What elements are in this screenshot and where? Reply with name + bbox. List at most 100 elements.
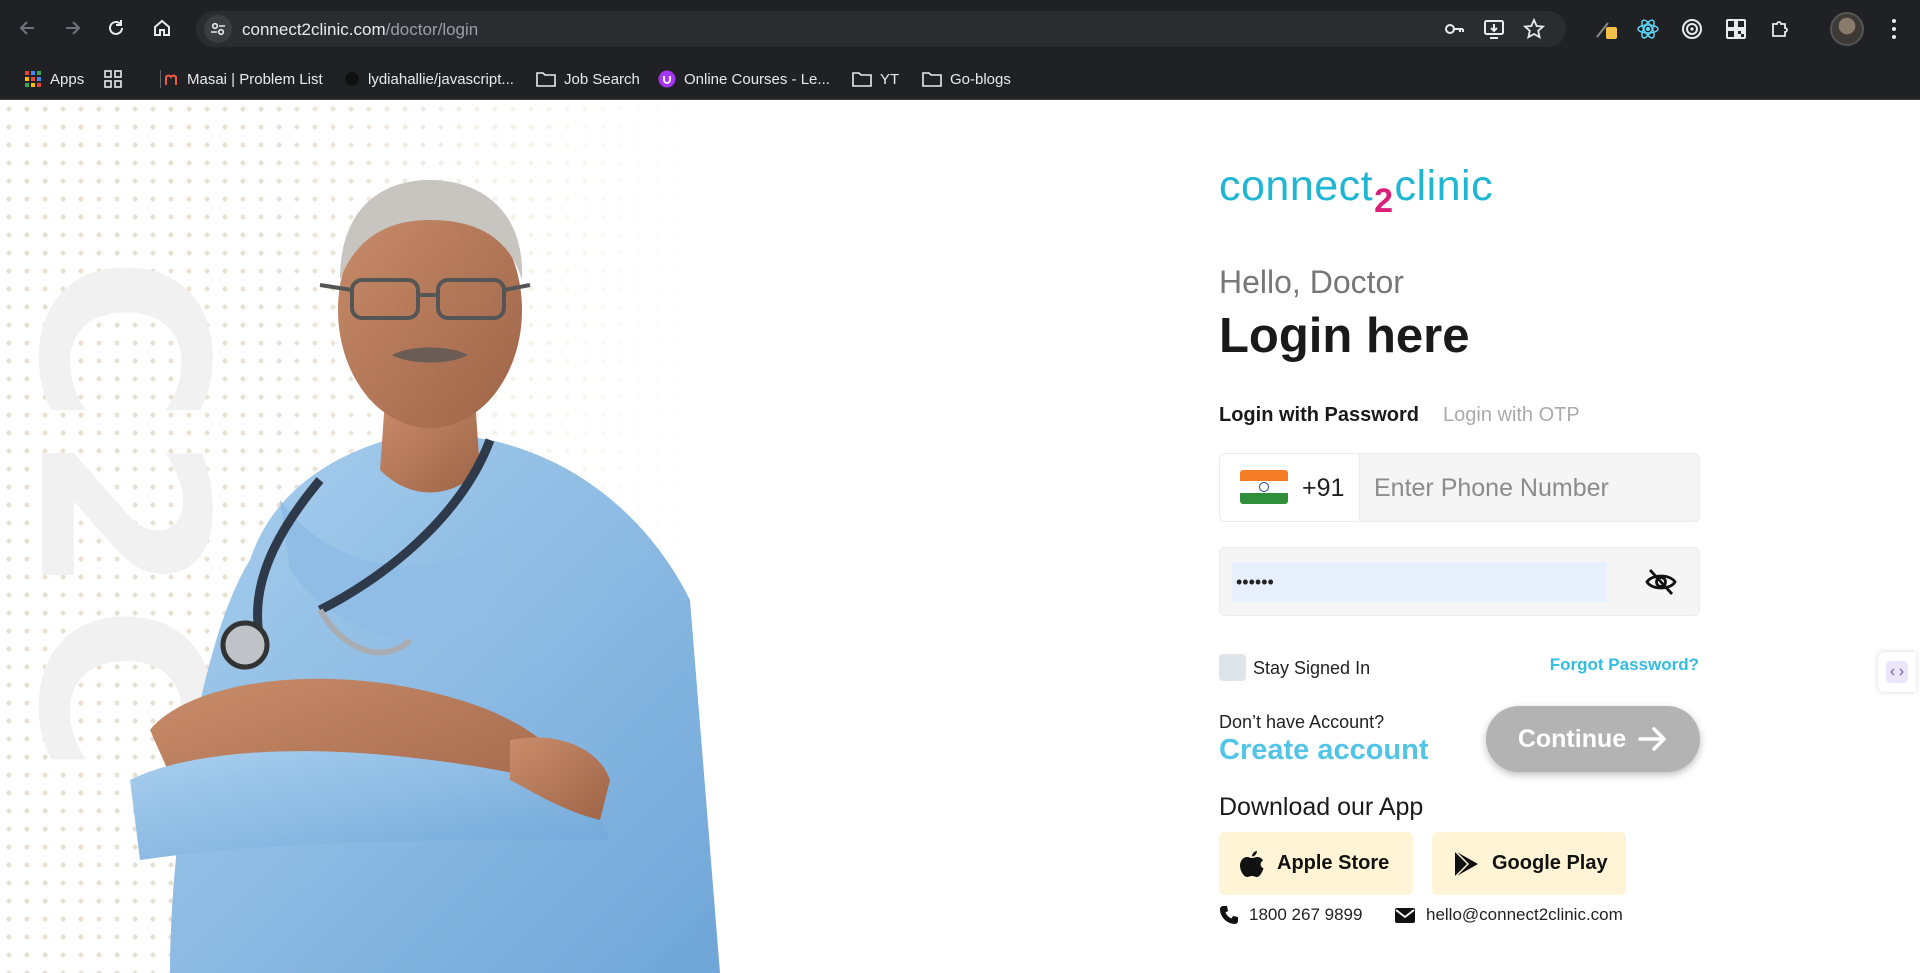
bookmark-yt[interactable]: YT <box>852 68 899 90</box>
url-text: connect2clinic.com/doctor/login <box>242 20 478 40</box>
forgot-password-link[interactable]: Forgot Password? <box>1550 655 1699 675</box>
folder-icon <box>852 72 872 87</box>
create-account-link[interactable]: Create account <box>1219 734 1429 767</box>
bookmark-star-button[interactable] <box>1522 17 1546 41</box>
phone-icon <box>1220 906 1238 924</box>
continue-label: Continue <box>1517 724 1627 753</box>
extension-pen-button[interactable] <box>1592 15 1620 43</box>
bookmark-lydiahallie[interactable]: lydiahallie/javascript... <box>344 68 514 90</box>
forward-button[interactable] <box>58 14 86 42</box>
bookmark-tab-groups[interactable] <box>104 68 122 90</box>
floating-extension-widget[interactable] <box>1878 652 1916 692</box>
folder-icon <box>922 72 942 87</box>
github-favicon <box>345 72 359 86</box>
address-bar[interactable]: connect2clinic.com/doctor/login <box>196 11 1566 47</box>
masai-favicon <box>165 74 177 85</box>
contact-email[interactable]: hello@connect2clinic.com <box>1394 903 1623 927</box>
doctor-photo <box>130 180 720 973</box>
bookmark-label: Go-blogs <box>950 70 1011 88</box>
extensions-button[interactable] <box>1766 15 1794 43</box>
bookmark-apps[interactable]: Apps <box>24 68 84 90</box>
widget-icon <box>1886 661 1908 683</box>
arrow-right-icon <box>66 21 81 35</box>
page-title: Login here <box>1219 309 1470 363</box>
password-key-button[interactable] <box>1442 17 1466 41</box>
mail-icon <box>1395 907 1415 923</box>
logo-text-right: clinic <box>1394 162 1494 210</box>
install-app-button[interactable] <box>1482 17 1506 41</box>
contact-phone[interactable]: 1800 267 9899 <box>1219 903 1362 927</box>
qr-extension-button[interactable] <box>1722 15 1750 43</box>
reload-icon <box>109 20 123 35</box>
back-button[interactable] <box>14 14 42 42</box>
bookmark-label: Job Search <box>564 70 640 88</box>
no-account-text: Don’t have Account? <box>1219 712 1385 732</box>
bookmark-online-courses[interactable]: Online Courses - Le... <box>658 68 830 90</box>
country-code-selector[interactable]: +91 <box>1220 454 1360 521</box>
google-play-label: Google Play <box>1492 852 1608 874</box>
google-play-icon <box>1454 849 1478 878</box>
phone-input[interactable] <box>1374 466 1684 510</box>
bookmark-masai[interactable]: Masai | Problem List <box>163 68 323 90</box>
continue-button[interactable]: Continue <box>1486 706 1700 772</box>
contact-phone-text: 1800 267 9899 <box>1249 905 1363 924</box>
login-page: C2C connect2clinic Hello, Doctor Login h… <box>0 100 1920 973</box>
bookmark-job-search[interactable]: Job Search <box>536 68 640 90</box>
tab-login-password[interactable]: Login with Password <box>1219 404 1419 427</box>
key-icon <box>1445 24 1464 34</box>
apple-icon <box>1240 850 1264 877</box>
reload-button[interactable] <box>102 14 130 42</box>
login-panel: connect2clinic Hello, Doctor Login here … <box>1219 100 1700 973</box>
password-input[interactable] <box>1232 562 1607 602</box>
home-icon <box>154 19 170 36</box>
folder-icon <box>536 72 556 87</box>
bookmark-label: Masai | Problem List <box>187 70 323 88</box>
home-button[interactable] <box>148 14 176 42</box>
contact-email-text: hello@connect2clinic.com <box>1426 905 1623 924</box>
bookmark-label: Online Courses - Le... <box>684 70 830 88</box>
site-info-button[interactable] <box>204 15 232 43</box>
bookmark-go-blogs[interactable]: Go-blogs <box>922 68 1011 90</box>
url-domain: connect2clinic.com <box>242 20 386 39</box>
country-code: +91 <box>1302 474 1345 502</box>
india-flag-icon <box>1240 470 1288 504</box>
connect2clinic-logo[interactable]: connect2clinic <box>1219 162 1494 220</box>
install-icon <box>1484 20 1504 39</box>
udemy-favicon <box>658 70 676 88</box>
profile-avatar[interactable] <box>1830 12 1864 46</box>
tab-login-otp[interactable]: Login with OTP <box>1443 404 1580 427</box>
grid-icon <box>104 70 122 88</box>
bookmarks-bar: Apps Masai | Problem List lydiahallie/ja… <box>0 58 1920 100</box>
stay-signed-in-checkbox[interactable] <box>1219 654 1246 681</box>
download-app-heading: Download our App <box>1219 793 1424 821</box>
logo-text-middle: 2 <box>1374 182 1394 220</box>
pen-extension-icon <box>1596 22 1617 39</box>
google-play-button[interactable]: Google Play <box>1432 832 1626 895</box>
more-vertical-icon <box>1892 19 1896 39</box>
url-path: /doctor/login <box>385 20 479 39</box>
apple-store-button[interactable]: Apple Store <box>1219 832 1413 895</box>
browser-menu-button[interactable] <box>1880 15 1908 43</box>
react-devtools-button[interactable] <box>1634 15 1662 43</box>
bookmark-label: lydiahallie/javascript... <box>368 70 514 88</box>
bookmarks-separator <box>160 70 161 88</box>
arrow-right-icon <box>1638 727 1666 751</box>
bookmark-label: Apps <box>50 70 85 88</box>
stay-signed-in-label[interactable]: Stay Signed In <box>1253 658 1370 679</box>
qr-code-icon <box>1726 19 1746 39</box>
apple-store-label: Apple Store <box>1277 852 1390 874</box>
apps-grid-icon <box>25 71 41 87</box>
target-icon <box>1682 19 1702 39</box>
puzzle-icon <box>1772 21 1788 37</box>
bookmark-label: YT <box>880 70 900 88</box>
eye-off-icon[interactable] <box>1644 566 1678 598</box>
browser-toolbar: connect2clinic.com/doctor/login <box>0 0 1920 58</box>
target-extension-button[interactable] <box>1678 15 1706 43</box>
react-icon <box>1637 19 1659 39</box>
star-icon <box>1523 18 1545 39</box>
logo-text-left: connect <box>1219 162 1374 210</box>
greeting: Hello, Doctor <box>1219 264 1404 300</box>
phone-field: +91 <box>1219 453 1700 522</box>
password-field <box>1219 547 1700 616</box>
tune-icon <box>211 22 225 36</box>
